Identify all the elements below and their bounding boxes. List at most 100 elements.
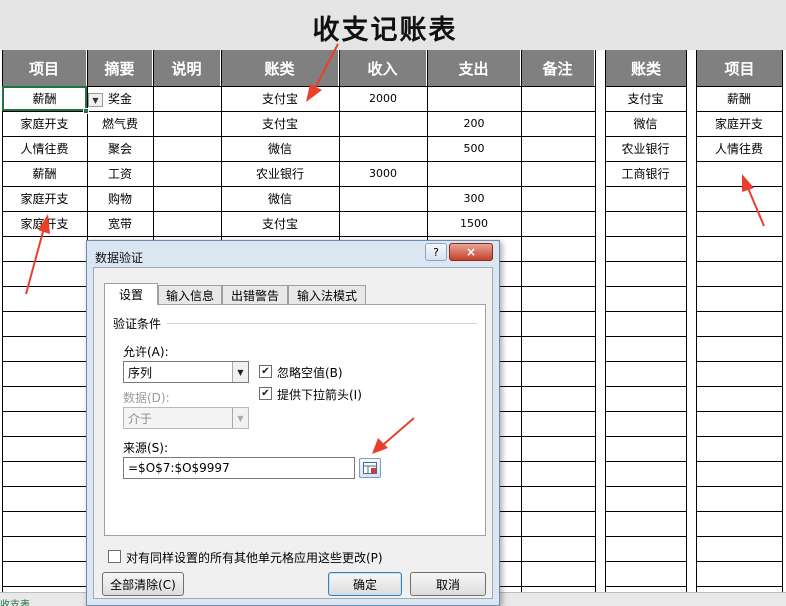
apply-all-label: 对有同样设置的所有其他单元格应用这些更改(P) [126, 551, 383, 565]
column-header[interactable]: 备注 [521, 50, 594, 86]
table-cell[interactable]: 300 [427, 186, 521, 210]
grid-line [696, 411, 782, 412]
grid-line [521, 50, 522, 606]
grid-line [696, 561, 782, 562]
grid-line [605, 286, 686, 287]
data-validation-dialog: 数据验证 ? × 设置 输入信息 出错警告 输入法模式 验证条件 允许(A): … [86, 240, 500, 606]
cell-dropdown-button[interactable]: ▼ [88, 93, 103, 107]
chevron-down-icon[interactable]: ▼ [232, 362, 248, 382]
allow-select[interactable]: 序列 ▼ [123, 361, 249, 383]
list-item[interactable]: 人情往费 [696, 136, 782, 160]
tab-error-alert[interactable]: 出错警告 [222, 285, 288, 305]
table-cell[interactable]: 微信 [221, 186, 339, 210]
help-button[interactable]: ? [425, 243, 447, 261]
grid-line [696, 236, 782, 237]
grid-line [605, 511, 686, 512]
column-header[interactable]: 摘要 [87, 50, 152, 86]
table-cell[interactable]: 家庭开支 [2, 111, 87, 135]
grid-line [696, 536, 782, 537]
table-cell[interactable]: 支付宝 [221, 211, 339, 235]
table-cell[interactable]: 200 [427, 111, 521, 135]
ignore-blank-label: 忽略空值(B) [277, 366, 343, 380]
grid-line [605, 236, 686, 237]
tab-input-message[interactable]: 输入信息 [158, 285, 222, 305]
grid-line [696, 386, 782, 387]
grid-line [696, 336, 782, 337]
table-cell[interactable]: 购物 [87, 186, 153, 210]
grid-line [696, 486, 782, 487]
table-cell[interactable]: 3000 [339, 161, 427, 185]
grid-line [696, 436, 782, 437]
data-select-value: 介于 [128, 411, 153, 426]
collapse-range-icon [363, 462, 377, 474]
column-header[interactable]: 说明 [153, 50, 220, 86]
table-cell[interactable]: 1500 [427, 211, 521, 235]
clear-all-button[interactable]: 全部清除(C) [102, 572, 184, 596]
red-arrow-source-button [372, 417, 415, 454]
table-cell[interactable]: 宽带 [87, 211, 153, 235]
list-item[interactable]: 微信 [605, 111, 686, 135]
apply-all-checkbox[interactable] [108, 550, 121, 563]
grid-line [605, 186, 686, 187]
grid-line [605, 211, 686, 212]
table-cell[interactable]: 家庭开支 [2, 186, 87, 210]
table-cell[interactable]: 聚会 [87, 136, 153, 160]
grid-line [605, 536, 686, 537]
ignore-blank-checkbox[interactable]: ✔ [259, 365, 272, 378]
ok-button[interactable]: 确定 [328, 572, 402, 596]
grid-line [605, 411, 686, 412]
source-input[interactable]: =$O$7:$O$9997 [123, 457, 355, 479]
dropdown-arrow-label: 提供下拉箭头(I) [277, 388, 362, 402]
grid-line [696, 361, 782, 362]
data-label: 数据(D): [123, 391, 170, 405]
ref-item-header[interactable]: 项目 [697, 50, 782, 86]
red-arrow-account-header [306, 43, 339, 102]
sheet-tab-shouzhi[interactable]: 收支表 [0, 596, 30, 606]
source-label: 来源(S): [123, 441, 169, 455]
list-item[interactable]: 家庭开支 [696, 111, 782, 135]
grid-line [686, 50, 687, 606]
active-cell-selection[interactable] [2, 86, 87, 111]
dropdown-arrow-checkbox[interactable]: ✔ [259, 387, 272, 400]
grid-line [696, 261, 782, 262]
grid-line [605, 436, 686, 437]
list-item[interactable]: 支付宝 [605, 86, 686, 110]
table-cell[interactable]: 微信 [221, 136, 339, 160]
table-cell[interactable]: 人情往费 [2, 136, 87, 160]
table-cell[interactable]: 500 [427, 136, 521, 160]
tab-settings[interactable]: 设置 [104, 283, 158, 305]
table-cell[interactable]: 工资 [87, 161, 153, 185]
grid-line [605, 586, 686, 587]
fill-handle[interactable] [83, 108, 89, 114]
column-header[interactable]: 收入 [339, 50, 426, 86]
section-divider [167, 323, 477, 324]
grid-line [696, 286, 782, 287]
table-cell[interactable]: 2000 [339, 86, 427, 110]
ref-account-header[interactable]: 账类 [606, 50, 686, 86]
list-item[interactable]: 农业银行 [605, 136, 686, 160]
column-header[interactable]: 支出 [427, 50, 520, 86]
tab-ime-mode[interactable]: 输入法模式 [288, 285, 366, 305]
grid-line [605, 361, 686, 362]
grid-line [696, 311, 782, 312]
dialog-body: 设置 输入信息 出错警告 输入法模式 验证条件 允许(A): 序列 ▼ ✔ 忽略… [93, 267, 493, 599]
column-header[interactable]: 项目 [2, 50, 86, 86]
table-cell[interactable]: 农业银行 [221, 161, 339, 185]
cancel-button[interactable]: 取消 [410, 572, 486, 596]
data-select: 介于 ▼ [123, 407, 249, 429]
grid-line [605, 486, 686, 487]
close-button[interactable]: × [449, 243, 493, 261]
table-cell[interactable]: 薪酬 [2, 161, 87, 185]
list-item[interactable]: 工商银行 [605, 161, 686, 185]
range-select-button[interactable] [359, 458, 381, 478]
validation-criteria-label: 验证条件 [113, 317, 162, 331]
grid-line [605, 261, 686, 262]
grid-line [696, 586, 782, 587]
table-cell[interactable]: 燃气费 [87, 111, 153, 135]
grid-line [605, 561, 686, 562]
grid-line [605, 386, 686, 387]
list-item[interactable]: 薪酬 [696, 86, 782, 110]
table-cell[interactable]: 支付宝 [221, 111, 339, 135]
sheet-title: 收支记账表 [312, 15, 458, 46]
grid-line [605, 311, 686, 312]
